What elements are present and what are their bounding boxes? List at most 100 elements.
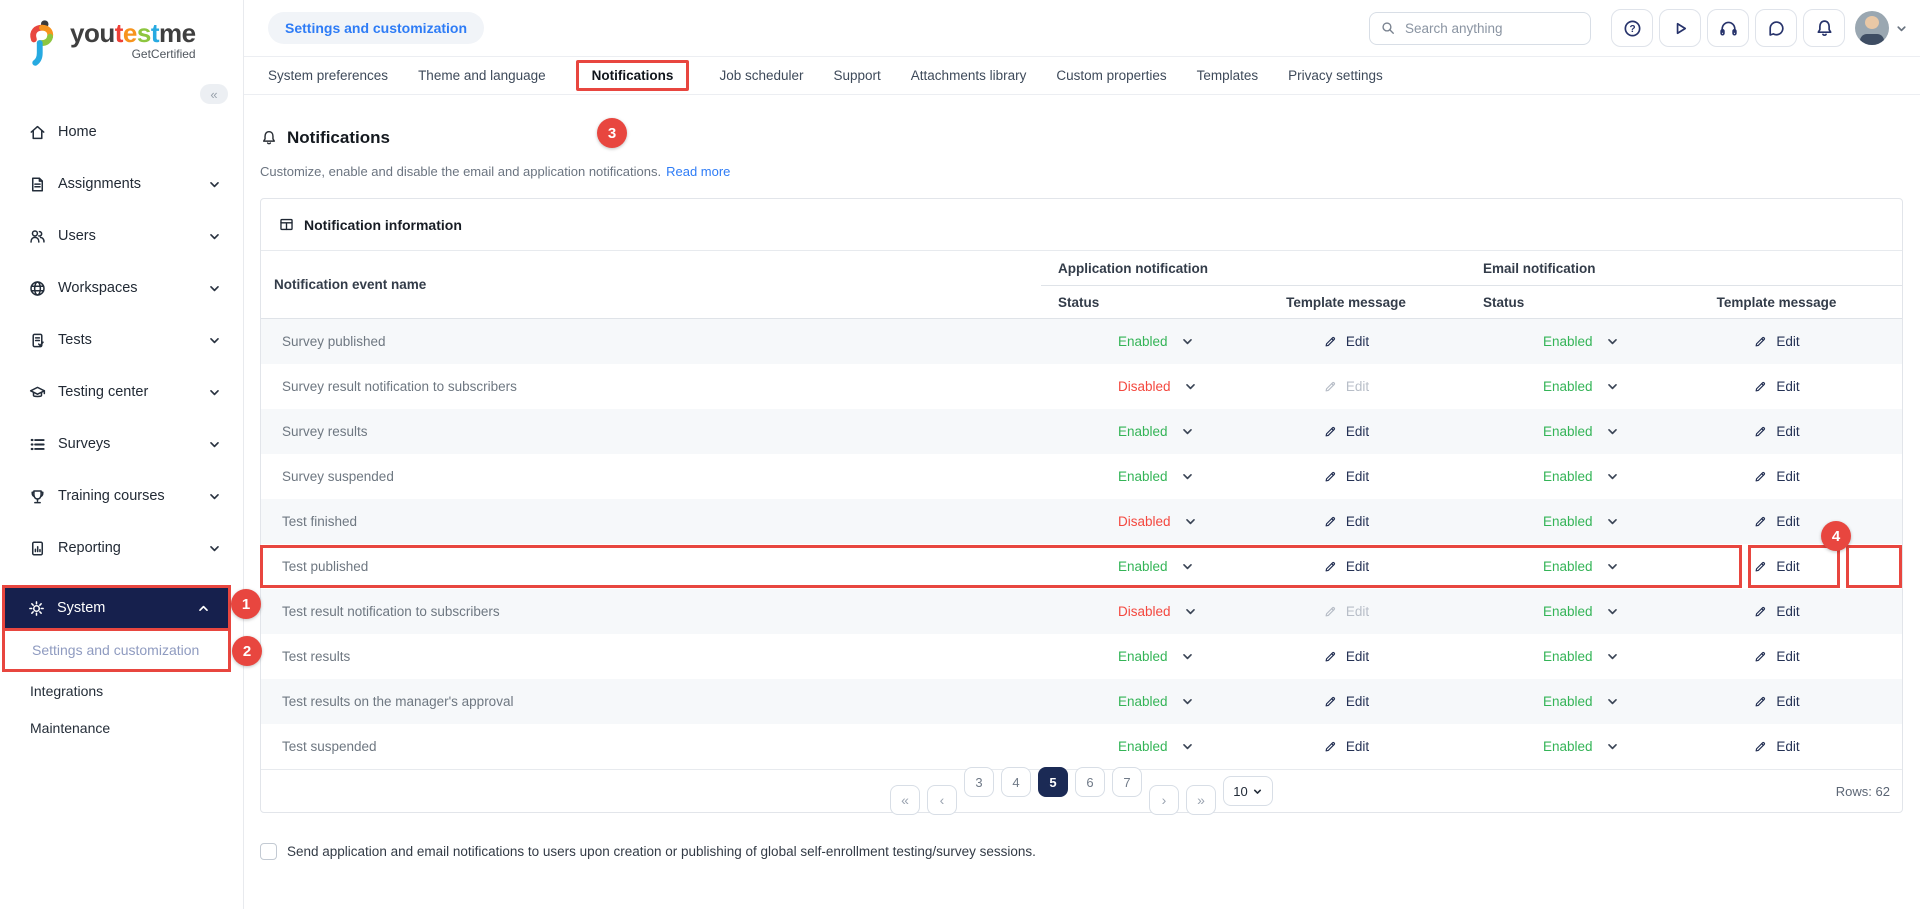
email-status-dropdown[interactable]: Enabled bbox=[1466, 739, 1651, 754]
logo: youtestme GetCertified bbox=[0, 0, 243, 88]
sidebar-item-assignments[interactable]: Assignments bbox=[0, 158, 243, 210]
user-avatar[interactable] bbox=[1855, 11, 1889, 45]
email-edit-button[interactable]: Edit bbox=[1753, 694, 1799, 709]
email-status-dropdown[interactable]: Enabled bbox=[1466, 649, 1651, 664]
tab-templates[interactable]: Templates bbox=[1197, 68, 1259, 83]
email-status-dropdown[interactable]: Enabled bbox=[1466, 424, 1651, 439]
email-status-dropdown[interactable]: Enabled bbox=[1466, 334, 1651, 349]
page-first-button[interactable]: « bbox=[890, 785, 920, 815]
sidebar-item-label: Tests bbox=[58, 332, 92, 348]
help-button[interactable]: ? bbox=[1611, 9, 1653, 47]
read-more-link[interactable]: Read more bbox=[666, 164, 730, 179]
table-row: Test suspended Enabled Edit Enabled Edit bbox=[261, 724, 1902, 769]
app-status-dropdown[interactable]: Enabled bbox=[1041, 424, 1226, 439]
sidebar-item-reporting[interactable]: Reporting bbox=[0, 522, 243, 574]
email-edit-button[interactable]: Edit bbox=[1753, 559, 1799, 574]
chevron-down-icon bbox=[1606, 740, 1619, 753]
email-status-dropdown[interactable]: Enabled bbox=[1466, 379, 1651, 394]
app-status-dropdown[interactable]: Enabled bbox=[1041, 739, 1226, 754]
support-button[interactable] bbox=[1707, 9, 1749, 47]
app-status-dropdown[interactable]: Enabled bbox=[1041, 649, 1226, 664]
page-size-select[interactable]: 10 bbox=[1223, 776, 1273, 806]
home-icon bbox=[28, 123, 47, 142]
sidebar-subitem-integrations[interactable]: Integrations bbox=[0, 672, 243, 709]
event-name-cell: Test results bbox=[261, 649, 1041, 664]
tab-job-scheduler[interactable]: Job scheduler bbox=[719, 68, 803, 83]
tab-custom-properties[interactable]: Custom properties bbox=[1056, 68, 1166, 83]
email-edit-button[interactable]: Edit bbox=[1753, 649, 1799, 664]
sidebar-subitem-maintenance[interactable]: Maintenance bbox=[0, 709, 243, 746]
tab-notifications[interactable]: Notifications bbox=[576, 60, 690, 91]
page-number-button[interactable]: 4 bbox=[1001, 767, 1031, 797]
page-prev-button[interactable]: ‹ bbox=[927, 785, 957, 815]
page-number-button[interactable]: 6 bbox=[1075, 767, 1105, 797]
sidebar-item-users[interactable]: Users bbox=[0, 210, 243, 262]
sidebar-item-home[interactable]: Home bbox=[0, 106, 243, 158]
app-status-dropdown[interactable]: Disabled bbox=[1041, 604, 1226, 619]
sidebar-item-system[interactable]: System bbox=[2, 585, 231, 631]
email-status-dropdown[interactable]: Enabled bbox=[1466, 559, 1651, 574]
app-edit-button[interactable]: Edit bbox=[1323, 469, 1369, 484]
tab-system-preferences[interactable]: System preferences bbox=[268, 68, 388, 83]
table-body: Survey published Enabled Edit Enabled Ed… bbox=[261, 319, 1902, 769]
search-input[interactable] bbox=[1405, 21, 1565, 36]
tab-theme-and-language[interactable]: Theme and language bbox=[418, 68, 546, 83]
app-edit-button[interactable]: Edit bbox=[1323, 739, 1369, 754]
chevron-down-icon bbox=[1606, 425, 1619, 438]
app-edit-button[interactable]: Edit bbox=[1323, 649, 1369, 664]
app-status-dropdown[interactable]: Enabled bbox=[1041, 469, 1226, 484]
tab-privacy-settings[interactable]: Privacy settings bbox=[1288, 68, 1383, 83]
edit-pencil-icon bbox=[1753, 559, 1768, 574]
sidebar-collapse-button[interactable]: « bbox=[200, 84, 228, 104]
app-edit-button[interactable]: Edit bbox=[1323, 694, 1369, 709]
app-edit-button[interactable]: Edit bbox=[1323, 559, 1369, 574]
email-edit-button[interactable]: Edit bbox=[1753, 424, 1799, 439]
email-status-dropdown[interactable]: Enabled bbox=[1466, 469, 1651, 484]
user-menu[interactable] bbox=[1855, 11, 1908, 45]
tab-support[interactable]: Support bbox=[834, 68, 881, 83]
sidebar-item-workspaces[interactable]: Workspaces bbox=[0, 262, 243, 314]
chat-button[interactable] bbox=[1755, 9, 1797, 47]
app-edit-button[interactable]: Edit bbox=[1323, 424, 1369, 439]
annotation-step-2: 2 bbox=[232, 636, 262, 666]
sidebar-item-testing-center[interactable]: Testing center bbox=[0, 366, 243, 418]
app-status-dropdown[interactable]: Enabled bbox=[1041, 559, 1226, 574]
app-edit-button[interactable]: Edit bbox=[1323, 514, 1369, 529]
sidebar-item-tests[interactable]: Tests bbox=[0, 314, 243, 366]
reporting-icon bbox=[28, 539, 47, 558]
page-last-button[interactable]: » bbox=[1186, 785, 1216, 815]
email-edit-button[interactable]: Edit bbox=[1753, 739, 1799, 754]
chevron-down-icon bbox=[1181, 335, 1194, 348]
footer-checkbox[interactable] bbox=[260, 843, 277, 860]
email-status-value: Enabled bbox=[1543, 559, 1593, 574]
email-status-dropdown[interactable]: Enabled bbox=[1466, 514, 1651, 529]
email-edit-button[interactable]: Edit bbox=[1753, 514, 1799, 529]
app-edit-button[interactable]: Edit bbox=[1323, 334, 1369, 349]
tutorials-button[interactable] bbox=[1659, 9, 1701, 47]
app-status-dropdown[interactable]: Disabled bbox=[1041, 379, 1226, 394]
breadcrumb[interactable]: Settings and customization bbox=[268, 12, 484, 44]
email-status-dropdown[interactable]: Enabled bbox=[1466, 694, 1651, 709]
app-status-dropdown[interactable]: Enabled bbox=[1041, 334, 1226, 349]
search-box[interactable] bbox=[1369, 12, 1591, 45]
app-status-dropdown[interactable]: Enabled bbox=[1041, 694, 1226, 709]
email-edit-button[interactable]: Edit bbox=[1753, 379, 1799, 394]
topbar: Settings and customization ? bbox=[244, 0, 1920, 57]
sidebar-subitem-settings-and-customization[interactable]: Settings and customization bbox=[2, 628, 231, 672]
email-edit-button[interactable]: Edit bbox=[1753, 604, 1799, 619]
sidebar-item-training-courses[interactable]: Training courses bbox=[0, 470, 243, 522]
email-edit-button[interactable]: Edit bbox=[1753, 334, 1799, 349]
page-next-button[interactable]: › bbox=[1149, 785, 1179, 815]
page-number-button[interactable]: 5 bbox=[1038, 767, 1068, 797]
email-edit-button[interactable]: Edit bbox=[1753, 469, 1799, 484]
page-number-button[interactable]: 3 bbox=[964, 767, 994, 797]
chevron-down-icon bbox=[208, 386, 221, 399]
tab-attachments-library[interactable]: Attachments library bbox=[911, 68, 1027, 83]
page-number-button[interactable]: 7 bbox=[1112, 767, 1142, 797]
notifications-button[interactable] bbox=[1803, 9, 1845, 47]
app-status-dropdown[interactable]: Disabled bbox=[1041, 514, 1226, 529]
sidebar-item-surveys[interactable]: Surveys bbox=[0, 418, 243, 470]
email-status-dropdown[interactable]: Enabled bbox=[1466, 604, 1651, 619]
chevron-down-icon bbox=[1606, 695, 1619, 708]
app-status-value: Enabled bbox=[1118, 739, 1168, 754]
